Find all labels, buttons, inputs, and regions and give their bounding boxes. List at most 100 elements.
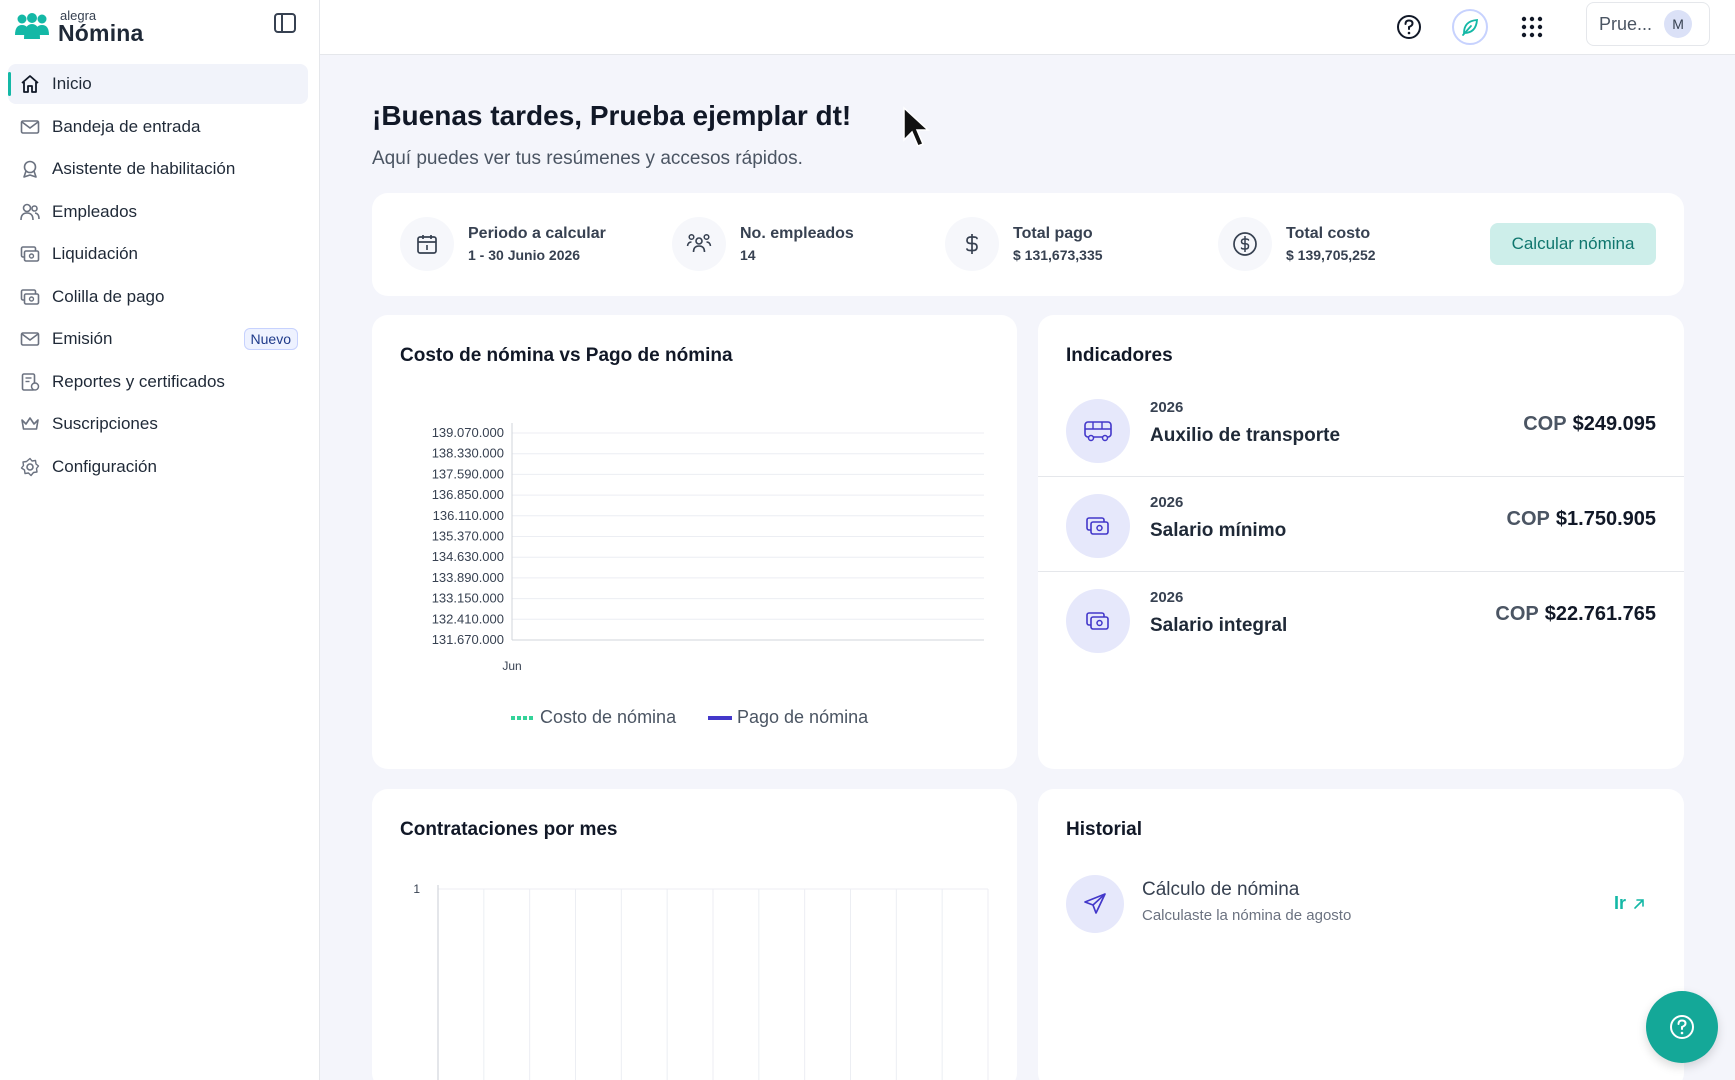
- mail-icon: [20, 117, 40, 137]
- y-tick-label: 131.670.000: [432, 632, 504, 647]
- y-tick-label: 138.330.000: [432, 446, 504, 461]
- sidebar-item-label: Emisión: [52, 329, 113, 348]
- currency-code: COP: [1506, 508, 1550, 530]
- help-icon[interactable]: [1391, 9, 1427, 45]
- indicator-year: 2026: [1150, 589, 1184, 606]
- indicator-value: COP $22.761.765: [1495, 603, 1656, 626]
- y-tick-label: 1: [413, 882, 420, 896]
- indicator-year: 2026: [1150, 399, 1184, 416]
- indicator-amount: $1.750.905: [1555, 508, 1656, 530]
- send-icon: [1066, 875, 1124, 933]
- apps-grid-icon[interactable]: [1514, 9, 1550, 45]
- cash-icon: [1066, 494, 1130, 558]
- indicator-amount: $249.095: [1572, 413, 1656, 435]
- user-name: Prue...: [1599, 13, 1653, 34]
- home-icon: [20, 74, 40, 94]
- users-icon: [20, 202, 40, 222]
- bus-icon: [1066, 399, 1130, 463]
- dollar-circle-icon: [1218, 217, 1272, 271]
- indicator-value: COP $249.095: [1523, 413, 1656, 436]
- y-tick-label: 133.890.000: [432, 570, 504, 585]
- sidebar-item-label: Bandeja de entrada: [52, 116, 201, 136]
- sidebar-item-label: Colilla de pago: [52, 286, 165, 306]
- calendar-icon: [400, 217, 454, 271]
- y-tick-label: 136.110.000: [433, 508, 504, 523]
- legend-label-pay: Pago de nómina: [737, 707, 869, 727]
- indicators-card: Indicadores 2026 Auxilio de transporte C…: [1038, 315, 1684, 769]
- sidebar-item-inicio[interactable]: Inicio: [8, 64, 308, 104]
- sidebar-item-configuracion[interactable]: Configuración: [8, 447, 308, 487]
- sidebar-item-label: Configuración: [52, 456, 157, 476]
- sidebar-toggle-icon[interactable]: [272, 11, 298, 35]
- user-menu-button[interactable]: Prue... M: [1586, 2, 1710, 46]
- sidebar: alegra Nómina Inicio Bandeja de entrada …: [0, 0, 320, 1080]
- brand-name: Nómina: [58, 20, 144, 46]
- sidebar-item-liquidacion[interactable]: Liquidación: [8, 234, 308, 274]
- payroll-summary-card: Periodo a calcular 1 - 30 Junio 2026 No.…: [372, 193, 1684, 296]
- top-bar: Prue... M: [320, 0, 1735, 55]
- y-tick-label: 136.850.000: [432, 487, 504, 502]
- y-tick-label: 132.410.000: [432, 611, 504, 626]
- indicator-value: COP $1.750.905: [1507, 508, 1656, 531]
- sidebar-item-label: Liquidación: [52, 244, 139, 263]
- sidebar-item-asistente[interactable]: Asistente de habilitación: [8, 149, 308, 189]
- y-tick-label: 134.630.000: [432, 549, 504, 564]
- history-go-link[interactable]: Ir: [1614, 893, 1646, 914]
- y-tick-label: 135.370.000: [432, 529, 504, 544]
- cost-vs-pay-chart: 139.070.000 138.330.000 137.590.000 136.850…: [432, 423, 984, 727]
- calculate-payroll-button[interactable]: Calcular nómina: [1490, 223, 1656, 265]
- sidebar-item-label: Reportes y certificados: [52, 371, 225, 391]
- mail-icon: [20, 329, 40, 349]
- gear-icon: [20, 457, 40, 477]
- help-icon: [1670, 1015, 1694, 1039]
- sidebar-item-label: Inicio: [52, 74, 92, 93]
- summary-value: 1 - 30 Junio 2026: [468, 247, 581, 263]
- summary-label: No. empleados: [740, 225, 854, 242]
- dollar-icon: [945, 217, 999, 271]
- indicator-name: Salario integral: [1150, 615, 1288, 636]
- external-arrow-icon: [1634, 898, 1644, 909]
- sidebar-item-bandeja[interactable]: Bandeja de entrada: [8, 107, 308, 147]
- history-card: Historial Cálculo de nómina Calculaste l…: [1038, 789, 1684, 1080]
- summary-label: Periodo a calcular: [468, 225, 606, 242]
- y-tick-label: 137.590.000: [432, 466, 504, 481]
- summary-label: Total costo: [1286, 225, 1371, 242]
- crown-icon: [20, 414, 40, 434]
- hires-per-month-chart: 1: [413, 882, 989, 1080]
- y-tick-label: 133.150.000: [432, 591, 504, 606]
- sidebar-item-label: Empleados: [52, 201, 138, 221]
- indicator-row: 2026 Salario integral COP $22.761.765: [1038, 573, 1684, 667]
- chart-legend: Costo de nómina Pago de nómina: [511, 707, 869, 727]
- x-tick-label: Jun: [502, 659, 521, 673]
- sidebar-item-reportes[interactable]: Reportes y certificados: [8, 362, 308, 402]
- indicator-year: 2026: [1150, 494, 1184, 511]
- sidebar-item-colilla[interactable]: Colilla de pago: [8, 277, 308, 317]
- brand-logo[interactable]: alegra Nómina: [14, 6, 144, 48]
- legend-label-cost: Costo de nómina: [540, 707, 677, 727]
- leaf-icon[interactable]: [1452, 9, 1488, 45]
- indicator-name: Auxilio de transporte: [1150, 425, 1341, 446]
- sidebar-item-emision[interactable]: Emisión Nuevo: [8, 319, 308, 359]
- cash-icon: [20, 244, 40, 264]
- team-logo-icon: [14, 13, 50, 41]
- summary-total-cost: Total costo $ 139,705,252: [1218, 217, 1376, 271]
- cost-vs-pay-chart-card: Costo de nómina vs Pago de nómina 139.07…: [372, 315, 1017, 769]
- help-chat-button[interactable]: [1646, 991, 1718, 1063]
- indicator-row: 2026 Auxilio de transporte COP $249.095: [1038, 383, 1684, 477]
- sidebar-item-suscripciones[interactable]: Suscripciones: [8, 404, 308, 444]
- summary-employees: No. empleados 14: [672, 217, 854, 271]
- report-icon: [20, 372, 40, 392]
- summary-value: 14: [740, 247, 756, 263]
- sidebar-item-empleados[interactable]: Empleados: [8, 192, 308, 232]
- y-tick-label: 139.070.000: [432, 425, 504, 440]
- cash-icon: [1066, 589, 1130, 653]
- card-title: Indicadores: [1066, 345, 1173, 366]
- history-item-title: Cálculo de nómina: [1142, 879, 1300, 900]
- summary-label: Total pago: [1013, 225, 1093, 242]
- page-subtitle: Aquí puedes ver tus resúmenes y accesos …: [372, 148, 803, 169]
- cash-icon: [20, 287, 40, 307]
- avatar: M: [1664, 10, 1693, 38]
- currency-code: COP: [1523, 413, 1567, 435]
- indicator-amount: $22.761.765: [1544, 603, 1656, 625]
- page-title: ¡Buenas tardes, Prueba ejemplar dt!: [372, 100, 852, 131]
